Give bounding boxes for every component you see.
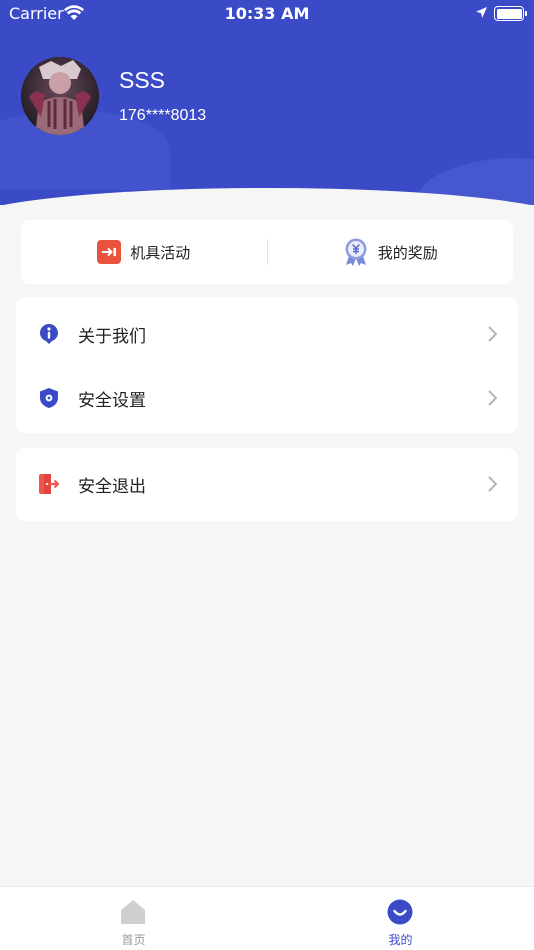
tab-bar: 首页 我的 bbox=[0, 886, 534, 950]
my-rewards-button[interactable]: 我的奖励 bbox=[268, 220, 514, 284]
my-rewards-label: 我的奖励 bbox=[377, 243, 438, 262]
chevron-right-icon bbox=[488, 476, 498, 492]
menu-item-logout[interactable]: 安全退出 bbox=[16, 452, 518, 516]
home-icon bbox=[121, 900, 145, 924]
user-phone: 176****8013 bbox=[119, 107, 207, 124]
user-name: SSS bbox=[119, 67, 166, 93]
clock: 10:33 AM bbox=[224, 4, 310, 23]
battery-icon bbox=[494, 6, 527, 21]
avatar[interactable] bbox=[21, 57, 99, 135]
quick-actions-card: 机具活动 我的奖励 bbox=[21, 220, 513, 284]
profile-icon bbox=[387, 899, 413, 925]
menu-item-about[interactable]: 关于我们 bbox=[16, 302, 518, 366]
tab-home-label: 首页 bbox=[121, 933, 146, 947]
chevron-right-icon bbox=[488, 390, 498, 406]
machine-activity-button[interactable]: 机具活动 bbox=[21, 220, 267, 284]
tab-mine[interactable]: 我的 bbox=[267, 887, 534, 950]
menu-item-about-label: 关于我们 bbox=[78, 326, 146, 347]
tab-mine-label: 我的 bbox=[388, 933, 413, 947]
logout-card: 安全退出 bbox=[16, 448, 518, 521]
location-icon bbox=[476, 7, 487, 18]
tab-home[interactable]: 首页 bbox=[0, 887, 267, 950]
avatar-image bbox=[21, 57, 99, 135]
menu-item-logout-label: 安全退出 bbox=[78, 476, 146, 497]
reward-icon bbox=[345, 238, 367, 266]
machine-activity-icon bbox=[97, 240, 122, 264]
logout-icon bbox=[39, 474, 60, 494]
settings-menu-card: 关于我们 安全设置 bbox=[16, 297, 518, 433]
menu-item-security-label: 安全设置 bbox=[78, 390, 146, 411]
shield-icon bbox=[40, 388, 58, 408]
status-bar: Carrier 10:33 AM bbox=[0, 0, 534, 28]
machine-activity-label: 机具活动 bbox=[130, 243, 191, 262]
menu-item-security[interactable]: 安全设置 bbox=[16, 366, 518, 430]
chevron-right-icon bbox=[488, 326, 498, 342]
info-icon bbox=[40, 324, 58, 344]
